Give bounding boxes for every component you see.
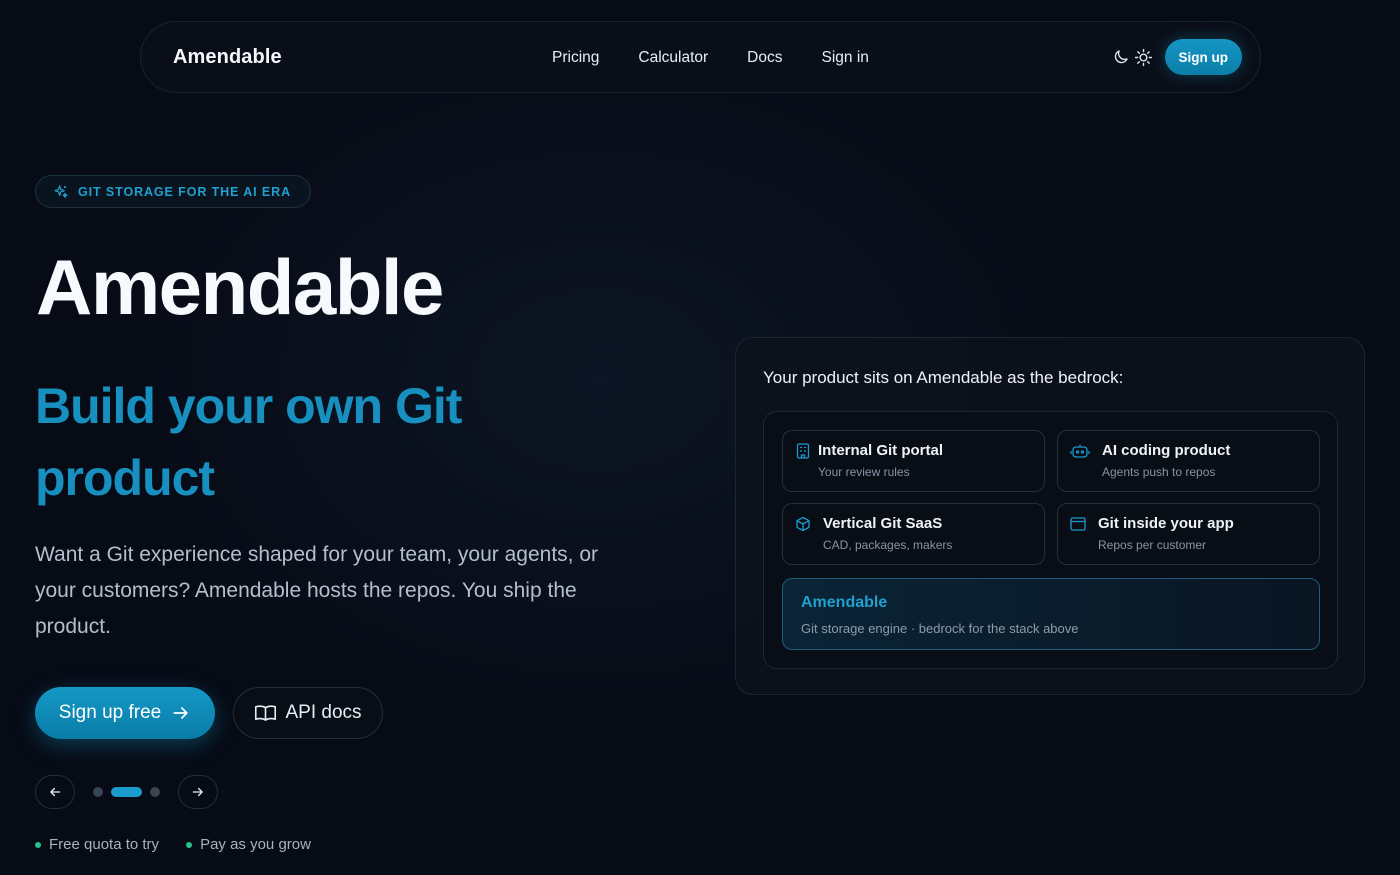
cube-icon xyxy=(795,516,811,532)
server-icon xyxy=(795,443,811,459)
nav-links: Pricing Calculator Docs Sign in xyxy=(552,22,869,94)
arrow-right-icon xyxy=(171,703,191,723)
card-title: Git inside your app xyxy=(1098,515,1234,532)
perk-text: Free quota to try xyxy=(49,836,160,853)
nav-actions: Sign up xyxy=(1111,39,1242,75)
moon-icon[interactable] xyxy=(1111,47,1131,67)
carousel-dot[interactable] xyxy=(150,787,160,797)
stack-panel: Your product sits on Amendable as the be… xyxy=(735,337,1365,695)
nav-link-docs[interactable]: Docs xyxy=(747,49,782,67)
card-desc: Agents push to repos xyxy=(1102,465,1216,479)
carousel-dots xyxy=(89,787,164,797)
arrow-right-icon xyxy=(191,785,205,799)
perk-item: Pay as you grow xyxy=(186,836,311,853)
arrow-left-icon xyxy=(48,785,62,799)
carousel-controls xyxy=(35,775,218,809)
nav-link-pricing[interactable]: Pricing xyxy=(552,49,599,67)
stack-diagram: Internal Git portal Your review rules AI… xyxy=(763,411,1338,669)
robot-icon xyxy=(1070,443,1090,459)
api-docs-label: API docs xyxy=(285,702,362,723)
card-desc: Repos per customer xyxy=(1098,538,1207,552)
hero-title: Amendable xyxy=(36,243,444,331)
card-title: Vertical Git SaaS xyxy=(823,515,943,532)
perk-text: Pay as you grow xyxy=(200,836,311,853)
status-dot xyxy=(186,841,193,848)
perks-list: Free quota to try Pay as you grow xyxy=(35,836,338,853)
carousel-next-button[interactable] xyxy=(178,775,218,809)
hero-subtitle: Build your own Git product xyxy=(35,370,555,514)
top-nav: Amendable Pricing Calculator Docs Sign i… xyxy=(140,21,1261,93)
status-dot xyxy=(35,841,41,848)
sign-up-free-button[interactable]: Sign up free xyxy=(35,687,215,739)
book-icon xyxy=(254,703,277,723)
engine-card: Amendable Git storage engine · bedrock f… xyxy=(782,578,1320,650)
api-docs-button[interactable]: API docs xyxy=(233,687,383,739)
engine-desc: Git storage engine · bedrock for the sta… xyxy=(801,621,1079,636)
engine-title: Amendable xyxy=(801,594,888,611)
sign-up-free-label: Sign up free xyxy=(58,702,162,723)
card-title: AI coding product xyxy=(1102,442,1231,459)
card-vertical-git-saas[interactable]: Vertical Git SaaS CAD, packages, makers xyxy=(782,503,1045,565)
app-window-icon xyxy=(1070,516,1086,532)
brand-logo[interactable]: Amendable xyxy=(173,46,282,69)
badge-text: GIT STORAGE FOR THE AI ERA xyxy=(78,184,291,199)
carousel-prev-button[interactable] xyxy=(35,775,75,809)
card-title: Internal Git portal xyxy=(818,442,944,459)
tagline-badge: GIT STORAGE FOR THE AI ERA xyxy=(35,175,311,208)
card-git-inside-your-app[interactable]: Git inside your app Repos per customer xyxy=(1057,503,1320,565)
carousel-dot[interactable] xyxy=(111,787,142,797)
sparkle-icon xyxy=(53,184,69,200)
carousel-dot[interactable] xyxy=(93,787,103,797)
card-desc: Your review rules xyxy=(818,465,910,479)
hero-subtitle-line-1: Build your own Git xyxy=(35,378,462,434)
hero-subtitle-line-2: product xyxy=(35,450,215,506)
nav-signup-button[interactable]: Sign up xyxy=(1164,39,1242,75)
panel-heading: Your product sits on Amendable as the be… xyxy=(763,368,1124,387)
perk-item: Free quota to try xyxy=(35,836,159,853)
hero-description: Want a Git experience shaped for your te… xyxy=(35,543,599,638)
card-ai-coding-product[interactable]: AI coding product Agents push to repos xyxy=(1057,430,1320,492)
card-internal-git-portal[interactable]: Internal Git portal Your review rules xyxy=(782,430,1045,492)
nav-link-calculator[interactable]: Calculator xyxy=(638,49,708,67)
nav-link-sign-in[interactable]: Sign in xyxy=(822,49,869,67)
sun-icon[interactable] xyxy=(1134,47,1154,67)
card-desc: CAD, packages, makers xyxy=(823,538,953,552)
